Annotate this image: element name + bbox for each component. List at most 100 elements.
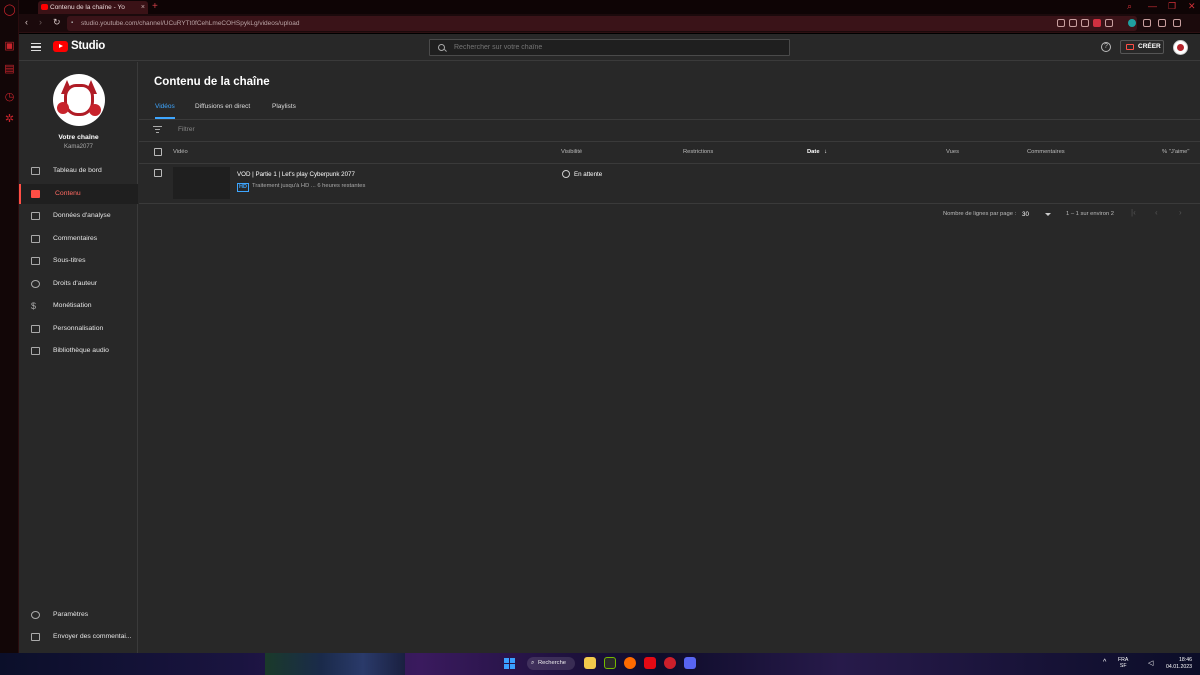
url-field[interactable]: ▪ studio.youtube.com/channel/UCuRYTt0fCe… xyxy=(67,16,1137,31)
dashboard-icon xyxy=(31,167,40,175)
content-icon xyxy=(31,190,40,198)
channel-avatar[interactable] xyxy=(53,74,105,126)
volume-icon[interactable]: ◁ xyxy=(1148,659,1153,667)
new-tab-button[interactable]: + xyxy=(152,0,158,13)
sidebar-item-label: Monétisation xyxy=(53,302,92,309)
extension-icon[interactable] xyxy=(1057,19,1065,27)
nvidia-icon[interactable] xyxy=(604,657,616,669)
pagination-range: 1 – 1 sur environ 2 xyxy=(1066,211,1115,217)
minimize-icon[interactable]: — xyxy=(1148,1,1157,11)
create-button[interactable]: CRÉER xyxy=(1120,40,1164,54)
opera-logo-icon[interactable]: ◯ xyxy=(3,4,16,17)
date: 04.01.2023 xyxy=(1166,664,1192,670)
create-label: CRÉER xyxy=(1138,43,1161,50)
wallpaper-strip xyxy=(265,653,405,675)
sidebar-item-label: Contenu xyxy=(55,190,81,197)
sidebar-item-subtitles[interactable]: Sous-titres xyxy=(19,251,138,271)
studio-logo-text[interactable]: Studio xyxy=(71,40,105,52)
avatar-flower-right xyxy=(89,104,101,116)
camera-icon[interactable] xyxy=(1069,19,1077,27)
lock-icon: ▪ xyxy=(71,20,74,26)
settings-rail-icon[interactable]: ✲ xyxy=(3,113,16,126)
channel-handle: Kama2077 xyxy=(63,144,94,150)
channel-label: Votre chaîne xyxy=(58,134,99,141)
tray-chevron-icon[interactable]: ^ xyxy=(1103,659,1106,666)
sidebar-item-feedback[interactable]: Envoyer des commentai... xyxy=(19,627,138,647)
easy-files-icon[interactable] xyxy=(1143,19,1151,27)
reload-icon[interactable]: ↻ xyxy=(53,17,61,28)
column-restrictions: Restrictions xyxy=(683,149,714,155)
search-input[interactable] xyxy=(454,40,774,55)
windows-taskbar: ⌕ Recherche ^ FRA SF ◁ 18:46 04.01.2023 xyxy=(0,653,1200,675)
sidebar-item-content[interactable]: Contenu xyxy=(19,184,138,204)
windows-start-icon[interactable] xyxy=(504,658,515,669)
sidebar-item-customization[interactable]: Personnalisation xyxy=(19,319,138,339)
column-date[interactable]: Date ↓ xyxy=(807,149,827,155)
file-explorer-icon[interactable] xyxy=(584,657,596,669)
video-thumbnail[interactable] xyxy=(173,167,230,199)
tab-videos[interactable]: Vidéos xyxy=(155,103,175,119)
rows-per-page-label: Nombre de lignes par page : xyxy=(943,211,1017,217)
taskbar-search-label: Recherche xyxy=(538,660,567,666)
youtube-favicon-icon xyxy=(41,4,48,10)
forward-icon[interactable]: › xyxy=(39,17,42,27)
opera-taskbar-icon[interactable] xyxy=(664,657,676,669)
sidebar-item-settings[interactable]: Paramètres xyxy=(19,605,138,625)
messenger-icon[interactable]: ▤ xyxy=(3,63,16,76)
filter-icon[interactable] xyxy=(153,126,162,133)
clock[interactable]: 18:46 04.01.2023 xyxy=(1162,657,1192,671)
video-title[interactable]: VOD | Partie 1 | Let's play Cyberpunk 20… xyxy=(237,171,355,178)
back-icon[interactable]: ‹ xyxy=(25,17,28,27)
column-video: Vidéo xyxy=(173,149,188,155)
tab-close-icon[interactable]: × xyxy=(141,1,145,14)
filter-input[interactable]: Filtrer xyxy=(178,126,195,133)
column-likes: % "J'aime" xyxy=(1162,149,1190,155)
search-icon xyxy=(438,44,445,51)
snapshot-icon[interactable] xyxy=(1158,19,1166,27)
shopping-icon[interactable]: ▣ xyxy=(3,40,16,53)
profile-extension-icon[interactable] xyxy=(1128,19,1136,27)
close-window-icon[interactable]: ✕ xyxy=(1188,1,1196,12)
sidebar-item-copyright[interactable]: Droits d'auteur xyxy=(19,274,138,294)
header-divider xyxy=(139,163,1200,164)
adblock-icon[interactable] xyxy=(1093,19,1101,27)
next-page-icon[interactable]: › xyxy=(1179,208,1182,217)
prev-page-icon[interactable]: ‹ xyxy=(1155,208,1158,217)
menu-extension-icon[interactable] xyxy=(1173,19,1181,27)
history-icon[interactable]: ◷ xyxy=(3,91,16,104)
bookmark-icon[interactable] xyxy=(1105,19,1113,27)
visibility-status[interactable]: En attente xyxy=(574,171,602,178)
search-tabs-icon[interactable]: ⌕ xyxy=(1127,1,1132,12)
sidebar-item-label: Droits d'auteur xyxy=(53,280,97,287)
column-views: Vues xyxy=(946,149,959,155)
sort-arrow-icon: ↓ xyxy=(824,149,828,155)
help-icon[interactable]: ? xyxy=(1101,42,1111,52)
clock-icon xyxy=(562,170,570,178)
tab-live[interactable]: Diffusions en direct xyxy=(195,103,250,119)
hamburger-menu-icon[interactable] xyxy=(31,43,41,51)
tab-playlists[interactable]: Playlists xyxy=(272,103,296,119)
account-avatar[interactable] xyxy=(1173,40,1188,55)
chevron-down-icon[interactable] xyxy=(1045,213,1051,216)
taskbar-search[interactable]: ⌕ Recherche xyxy=(527,657,575,670)
sidebar-item-comments[interactable]: Commentaires xyxy=(19,229,138,249)
sidebar-item-analytics[interactable]: Données d'analyse xyxy=(19,206,138,226)
maximize-icon[interactable]: ❐ xyxy=(1168,1,1176,12)
channel-search[interactable] xyxy=(429,39,790,56)
firefox-icon[interactable] xyxy=(624,657,636,669)
feedback-icon xyxy=(31,633,40,641)
discord-icon[interactable] xyxy=(684,657,696,669)
language-indicator[interactable]: FRA SF xyxy=(1118,657,1128,669)
sidebar-item-monetization[interactable]: $ Monétisation xyxy=(19,296,138,316)
sidebar-item-audio-library[interactable]: Bibliothèque audio xyxy=(19,341,138,361)
netflix-icon[interactable] xyxy=(644,657,656,669)
keyboard-layout: SF xyxy=(1119,663,1127,669)
row-checkbox[interactable] xyxy=(154,169,162,177)
browser-tab-active[interactable]: Contenu de la chaîne - Yo × xyxy=(38,1,148,14)
first-page-icon[interactable]: |‹ xyxy=(1131,208,1136,217)
rows-per-page-select[interactable]: 30 xyxy=(1022,211,1029,218)
sidebar-item-dashboard[interactable]: Tableau de bord xyxy=(19,161,138,181)
select-all-checkbox[interactable] xyxy=(154,148,162,156)
youtube-logo-icon[interactable] xyxy=(53,41,68,52)
download-icon[interactable] xyxy=(1081,19,1089,27)
